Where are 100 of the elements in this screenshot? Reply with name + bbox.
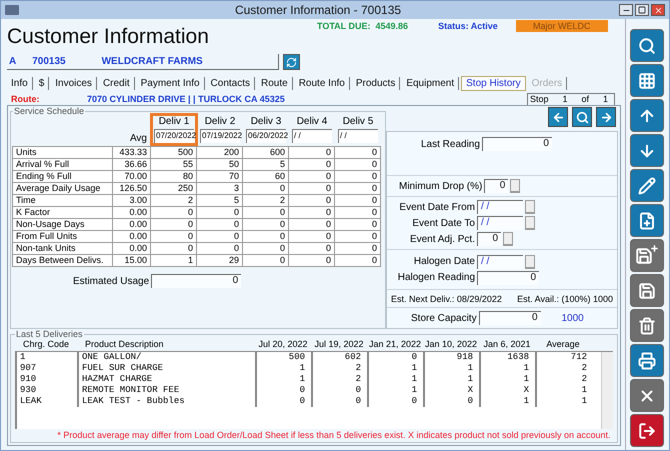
down-arrow-button[interactable] — [630, 134, 664, 167]
window-title: Customer Information - 700135 — [234, 3, 402, 17]
table-cell: 1 — [150, 254, 197, 267]
table-cell: 1 — [369, 374, 425, 385]
table-cell: 2 — [242, 194, 289, 207]
account-field[interactable]: A 700135 WELDCRAFT FARMS — [7, 54, 279, 70]
input-field[interactable]: 0 — [477, 270, 539, 284]
account-badge: Major WELDC — [516, 20, 608, 32]
refresh-button[interactable] — [283, 54, 300, 70]
tab[interactable]: Route Info — [294, 76, 350, 90]
search-icon — [638, 36, 656, 54]
tab[interactable]: Route — [257, 76, 293, 90]
table-cell: 126.50 — [112, 182, 151, 195]
table-cell: 36.66 — [112, 158, 151, 171]
maximize-icon — [638, 6, 646, 14]
tab[interactable]: $ — [34, 76, 50, 90]
table-cell: 0 — [313, 396, 369, 407]
table-cell: 1 — [481, 363, 537, 374]
input-field[interactable]: 0 — [482, 137, 552, 151]
pencil-button[interactable] — [630, 169, 664, 202]
spinner-button[interactable] — [510, 179, 520, 193]
input-field[interactable]: 0 — [477, 232, 501, 246]
search-button[interactable] — [630, 29, 664, 62]
available-text: Est. Avail.: (100%) 1000 — [517, 294, 613, 304]
left-arrow-icon — [552, 110, 564, 124]
table-cell: LEAK — [17, 396, 79, 407]
date-field[interactable]: 06/20/2022 — [246, 129, 286, 143]
table-cell: 29 — [196, 254, 243, 267]
table-cell: 0 — [288, 182, 335, 195]
minimize-button[interactable] — [619, 4, 633, 16]
field-label: Halogen Date — [412, 256, 475, 267]
tab[interactable]: Contacts — [206, 76, 256, 90]
table-cell: 1 — [369, 385, 425, 396]
column-header: Jan 6, 2021 — [482, 339, 532, 351]
tab[interactable]: Equipment — [402, 76, 460, 90]
footnote: * Product average may differ from Load Order/Load Sheet if less than 5 deliveries exist. X indicates product not sold previously on account. — [56, 429, 612, 440]
input-field[interactable]: 0 — [151, 274, 242, 288]
table-cell: 0 — [288, 146, 335, 159]
table-cell: 3 — [196, 182, 243, 195]
group-title: Last 5 Deliveries — [15, 329, 84, 339]
input-field[interactable]: 0 — [478, 311, 541, 325]
table-cell: 0 — [242, 242, 289, 255]
previous-button[interactable] — [548, 107, 568, 127]
table-cell: 0 — [150, 206, 197, 219]
table-cell: 0 — [242, 254, 289, 267]
input-field[interactable]: 0 — [484, 179, 508, 193]
tab[interactable]: Credit — [98, 76, 135, 90]
table-cell: 0.00 — [112, 218, 151, 231]
tab[interactable]: Info — [7, 76, 33, 90]
printer-button[interactable] — [630, 344, 664, 377]
field-label: Minimum Drop (%) — [399, 180, 482, 192]
table-cell: X — [425, 385, 481, 396]
table-cell-text: 1 — [580, 385, 588, 396]
tab[interactable]: Stop History — [461, 76, 526, 90]
up-arrow-button[interactable] — [630, 99, 664, 132]
floppy-icon — [638, 282, 656, 300]
maximize-button[interactable] — [635, 4, 649, 16]
table-cell: 500 — [257, 352, 313, 363]
table-cell: 1638 — [481, 352, 537, 363]
total-due: TOTAL DUE: 4549.86 — [317, 21, 408, 31]
exit-button[interactable] — [630, 414, 664, 447]
search-button[interactable] — [572, 107, 592, 127]
grid-button[interactable] — [630, 64, 664, 97]
row-label: Average Daily Usage — [12, 182, 113, 195]
table-cell: 1 — [425, 363, 481, 374]
date-field[interactable]: / / — [477, 200, 523, 214]
app-icon — [5, 5, 19, 15]
table-cell: 0 — [242, 206, 289, 219]
next-button[interactable] — [596, 107, 616, 127]
stop-counter: Stop 1 of 1 — [526, 93, 615, 105]
date-field[interactable]: 07/19/2022 — [200, 129, 240, 143]
table-cell: 1 — [425, 374, 481, 385]
tab[interactable]: Payment Info — [136, 76, 205, 90]
table-cell: 0 — [334, 242, 381, 255]
scrollbar[interactable] — [601, 352, 613, 429]
new-document-button[interactable] — [630, 204, 664, 237]
table-cell: FUEL SUR CHARGE — [79, 363, 257, 374]
table-cell: 0 — [425, 396, 481, 407]
date-field[interactable]: / / — [338, 129, 378, 143]
row-label: From Full Units — [12, 230, 113, 243]
table-cell: 55 — [150, 158, 197, 171]
field-label: Halogen Reading — [396, 272, 475, 283]
table-cell: 250 — [150, 182, 197, 195]
table-cell: 500 — [150, 146, 197, 159]
route-label: Route: — [10, 94, 40, 104]
table-cell: 602 — [313, 352, 369, 363]
date-field[interactable]: / / — [292, 129, 332, 143]
date-field[interactable]: / / — [477, 254, 523, 268]
spinner-button[interactable] — [525, 254, 535, 268]
table-cell-text: 2 — [580, 363, 588, 374]
close-button[interactable] — [651, 4, 665, 16]
column-header: Chrg. Code — [22, 339, 70, 351]
column-header: Deliv 1 — [158, 116, 190, 129]
table-cell: 0 — [334, 254, 381, 267]
tab[interactable]: Invoices — [51, 76, 97, 90]
table-cell: 80 — [150, 170, 197, 183]
table-cell: 0 — [288, 230, 335, 243]
table-cell: 0 — [150, 230, 197, 243]
date-field[interactable]: / / — [477, 216, 523, 230]
tab[interactable]: Products — [352, 76, 400, 90]
